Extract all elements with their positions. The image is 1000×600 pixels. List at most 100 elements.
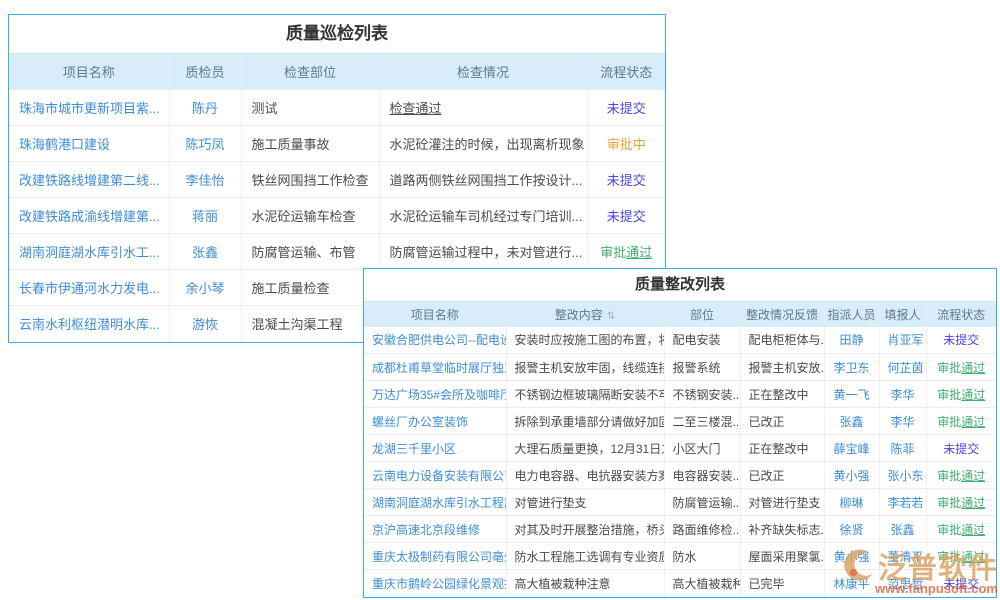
cell-project[interactable]: 安徽合肥供电公司--配电设备... [364,327,506,354]
cell-content: 安装时应按施工图的布置，将... [506,327,664,354]
cell-reporter[interactable]: 张小东 [879,462,926,489]
cell-content: 对管进行垫支 [506,489,664,516]
cell-assignee[interactable]: 张鑫 [824,408,879,435]
cell-inspector[interactable]: 李佳怡 [169,162,241,198]
cell-situation: 道路两侧铁丝网围挡工作按设计... [379,162,587,198]
cell-part: 施工质量事故 [241,126,379,162]
cell-reporter[interactable]: 李华 [879,408,926,435]
cell-status[interactable]: 未提交 [926,327,996,354]
cell-situation: 水泥砼灌注的时候，出现离析现象 [379,126,587,162]
cell-status[interactable]: 审批通过 [926,489,996,516]
cell-status[interactable]: 审批中 [587,126,665,162]
cell-part: 路面维修检... [664,516,740,543]
cell-reporter[interactable]: 李若若 [879,489,926,516]
cell-status[interactable]: 未提交 [587,90,665,126]
column-header-feedback: 整改情况反馈 [740,302,824,327]
cell-inspector[interactable]: 余小琴 [169,270,241,306]
cell-project[interactable]: 珠海鹤港口建设 [9,126,169,162]
cell-status[interactable]: 未提交 [926,570,996,597]
cell-project[interactable]: 重庆太极制药有限公司亳州中... [364,543,506,570]
cell-project[interactable]: 成都杜甫草堂临时展厅独立展... [364,354,506,381]
table-row: 万达广场35#会所及咖啡厅空...不锈钢边框玻璃隔断安装不牢...不锈钢安装..… [364,381,996,408]
rectification-header-row: 项目名称整改内容⇅部位整改情况反馈指派人员填报人流程状态 [364,302,996,327]
cell-reporter[interactable]: 肖亚军 [879,327,926,354]
cell-status[interactable]: 审批通过 [926,354,996,381]
cell-project[interactable]: 螺丝厂办公室装饰 [364,408,506,435]
table-row: 珠海市城市更新项目紫...陈丹测试检查通过未提交 [9,90,665,126]
cell-content: 高大植被栽种注意 [506,570,664,597]
cell-project[interactable]: 云南电力设备安装有限公司20... [364,462,506,489]
cell-assignee[interactable]: 薛宝峰 [824,435,879,462]
cell-reporter[interactable]: 陈菲 [879,435,926,462]
rectification-table: 项目名称整改内容⇅部位整改情况反馈指派人员填报人流程状态 安徽合肥供电公司--配… [364,301,996,597]
cell-inspector[interactable]: 游恢 [169,306,241,342]
table-row: 湖南洞庭湖水库引水工...张鑫防腐管运输、布管防腐管运输过程中，未对管进行...… [9,234,665,270]
cell-situation[interactable]: 检查通过 [379,90,587,126]
cell-assignee[interactable]: 黄一飞 [824,381,879,408]
cell-status[interactable]: 审批通过 [926,543,996,570]
cell-status[interactable]: 未提交 [587,162,665,198]
cell-part: 不锈钢安装... [664,381,740,408]
cell-inspector[interactable]: 陈巧凤 [169,126,241,162]
cell-status[interactable]: 审批通过 [587,234,665,270]
cell-content: 电力电容器、电抗器安装方案... [506,462,664,489]
cell-reporter[interactable]: 董清平 [879,543,926,570]
cell-part: 电容器安装... [664,462,740,489]
cell-feedback: 配电柜柜体与... [740,327,824,354]
cell-feedback: 已完毕 [740,570,824,597]
cell-project[interactable]: 珠海市城市更新项目紫... [9,90,169,126]
cell-project[interactable]: 万达广场35#会所及咖啡厅空... [364,381,506,408]
cell-status[interactable]: 未提交 [587,198,665,234]
cell-inspector[interactable]: 蒋丽 [169,198,241,234]
table-row: 改建铁路成渝线增建第...蒋丽水泥砼运输车检查水泥砼运输车司机经过专门培训...… [9,198,665,234]
cell-feedback: 已改正 [740,462,824,489]
cell-status[interactable]: 审批通过 [926,408,996,435]
cell-assignee[interactable]: 徐贤 [824,516,879,543]
cell-part: 报警系统 [664,354,740,381]
cell-assignee[interactable]: 李卫东 [824,354,879,381]
cell-project[interactable]: 湖南洞庭湖水库引水工... [9,234,169,270]
cell-project[interactable]: 云南水利枢纽潜明水库... [9,306,169,342]
column-header-reporter: 填报人 [879,302,926,327]
cell-status[interactable]: 审批通过 [926,516,996,543]
cell-reporter[interactable]: 何芷茵 [879,354,926,381]
cell-assignee[interactable]: 田静 [824,327,879,354]
table-row: 螺丝厂办公室装饰拆除到承重墙部分请做好加固...二至三楼混...已改正张鑫李华审… [364,408,996,435]
cell-assignee[interactable]: 黄小强 [824,462,879,489]
cell-part: 施工质量检查 [241,270,379,306]
cell-project[interactable]: 龙湖三千里小区 [364,435,506,462]
cell-part: 配电安装 [664,327,740,354]
cell-inspector[interactable]: 张鑫 [169,234,241,270]
cell-project[interactable]: 重庆市鹅岭公园绿化景观提升... [364,570,506,597]
table-row: 龙湖三千里小区大理石质量更换，12月31日之...小区大门正在整改中薛宝峰陈菲未… [364,435,996,462]
cell-project[interactable]: 湖南洞庭湖水库引水工程施工标 [364,489,506,516]
cell-reporter[interactable]: 李华 [879,381,926,408]
cell-inspector[interactable]: 陈丹 [169,90,241,126]
column-header-part: 部位 [664,302,740,327]
cell-status[interactable]: 审批通过 [926,381,996,408]
cell-reporter[interactable]: 范思哲 [879,570,926,597]
cell-assignee[interactable]: 柳琳 [824,489,879,516]
table-row: 重庆太极制药有限公司亳州中...防水工程施工选调有专业资质...防水屋面采用聚氯… [364,543,996,570]
cell-status[interactable]: 审批通过 [926,462,996,489]
column-header-inspector: 质检员 [169,54,241,90]
table-row: 成都杜甫草堂临时展厅独立展...报警主机安放牢固，线缆连接...报警系统报警主机… [364,354,996,381]
cell-assignee[interactable]: 黄小强 [824,543,879,570]
cell-part: 混凝土沟渠工程 [241,306,379,342]
cell-project[interactable]: 京沪高速北京段维修 [364,516,506,543]
cell-assignee[interactable]: 林康平 [824,570,879,597]
rectification-table-title: 质量整改列表 [364,269,996,301]
cell-content: 防水工程施工选调有专业资质... [506,543,664,570]
sort-icon[interactable]: ⇅ [607,311,615,322]
table-row: 云南电力设备安装有限公司20...电力电容器、电抗器安装方案...电容器安装..… [364,462,996,489]
cell-feedback: 报警主机安放... [740,354,824,381]
cell-reporter[interactable]: 张鑫 [879,516,926,543]
cell-project[interactable]: 改建铁路线增建第二线... [9,162,169,198]
cell-status[interactable]: 未提交 [926,435,996,462]
cell-project[interactable]: 长春市伊通河水力发电... [9,270,169,306]
quality-rectification-table-card: 质量整改列表 项目名称整改内容⇅部位整改情况反馈指派人员填报人流程状态 安徽合肥… [363,268,997,598]
cell-project[interactable]: 改建铁路成渝线增建第... [9,198,169,234]
column-header-content[interactable]: 整改内容⇅ [506,302,664,327]
cell-feedback: 正在整改中 [740,381,824,408]
table-row: 改建铁路线增建第二线...李佳怡铁丝网围挡工作检查道路两侧铁丝网围挡工作按设计.… [9,162,665,198]
